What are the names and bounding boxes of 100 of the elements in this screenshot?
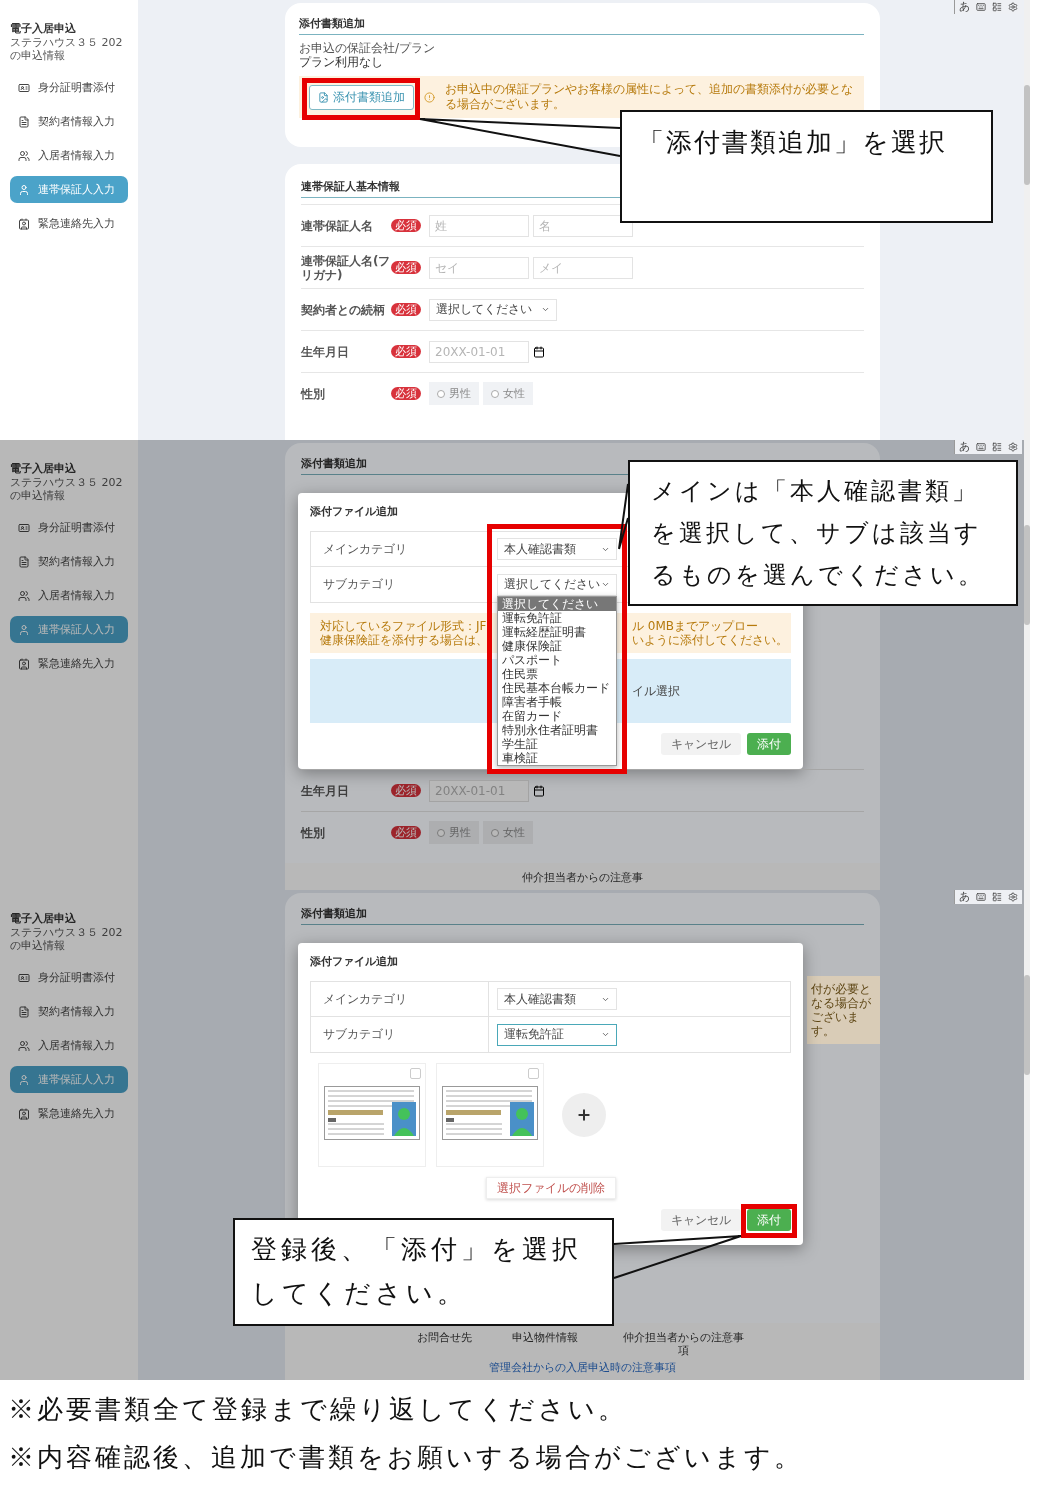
chevron-icon (541, 305, 550, 314)
sidebar-item[interactable]: 身分証明書添付 (10, 514, 128, 541)
field-label: サブカテゴリ (311, 1017, 489, 1052)
nav-icon (18, 183, 30, 196)
notice-text: 対応しているファイル形式：JF (320, 619, 488, 633)
sidebar-item[interactable]: 契約者情報入力 (10, 108, 128, 135)
scrollbar-thumb[interactable] (1024, 525, 1030, 625)
file-thumbnail[interactable] (436, 1063, 544, 1167)
dialog-title: 添付ファイル追加 (310, 505, 399, 519)
section-title: 添付書類追加 (299, 17, 864, 35)
nav-icon (18, 623, 30, 636)
notice-text: ル 0MBまでアップロー (632, 619, 760, 633)
file-thumbnail[interactable] (318, 1063, 426, 1167)
keyboard-icon[interactable] (976, 2, 986, 12)
calendar-icon[interactable] (533, 345, 545, 358)
select-field[interactable]: 本人確認書類 (497, 988, 617, 1010)
delete-files-button[interactable]: 選択ファイルの削除 (485, 1177, 616, 1199)
plus-icon (576, 1107, 592, 1123)
sidebar-item[interactable]: 身分証明書添付 (10, 74, 128, 101)
field-label: 連帯保証人名 (301, 218, 374, 233)
field-label: メインカテゴリ (311, 532, 489, 566)
scrollbar-thumb[interactable] (1024, 975, 1030, 1075)
sidebar-item[interactable]: 入居者情報入力 (10, 582, 128, 609)
dropdown-option[interactable]: 選択してください (498, 596, 616, 611)
required-badge: 必須 (391, 303, 421, 316)
sidebar-item[interactable]: 緊急連絡先入力 (10, 1100, 128, 1127)
nav-icon (18, 657, 30, 670)
text-input[interactable]: メイ (533, 256, 633, 279)
nav-icon (18, 971, 30, 984)
nav-icon (18, 81, 30, 94)
note-text: ※必要書類全て登録まで繰り返してください。 (8, 1394, 628, 1426)
calendar-icon[interactable] (533, 784, 545, 797)
sidebar-item[interactable]: 入居者情報入力 (10, 142, 128, 169)
notice-text: いように添付してください。 (632, 633, 788, 647)
input-mode-label[interactable]: あ (959, 1, 970, 13)
notice-text: 付が必要となる場合がございます。 (807, 976, 880, 1044)
footer-tab[interactable]: 仲介担当者からの注意事 (522, 871, 643, 884)
required-badge: 必須 (391, 219, 421, 232)
checkbox[interactable] (410, 1068, 421, 1079)
cancel-button[interactable]: キャンセル (661, 733, 741, 755)
callout: 「添付書類追加」を選択 (620, 110, 993, 223)
settings-icon[interactable] (1008, 892, 1018, 902)
select-field[interactable]: 選択してください (429, 298, 557, 321)
sidebar-item[interactable]: 入居者情報入力 (10, 1032, 128, 1059)
checkbox[interactable] (528, 1068, 539, 1079)
footer-tab[interactable]: 仲介担当者からの注意事項 (618, 1331, 748, 1357)
select-field[interactable]: 選択してください (497, 573, 617, 596)
keyboard-icon[interactable] (976, 892, 986, 902)
add-file-button[interactable] (562, 1093, 606, 1137)
text-input[interactable]: セイ (429, 256, 529, 279)
notice-text: お申込中の保証プランやお客様の属性によって、追加の書類添付が必要となる場合がございます。 (445, 82, 854, 112)
nav-icon (18, 1073, 30, 1086)
nav-icon (18, 115, 30, 128)
field-label: サブカテゴリ (311, 567, 489, 602)
nav-icon (18, 217, 30, 230)
scrollbar-thumb[interactable] (1024, 85, 1030, 185)
text-input[interactable]: 姓 (429, 214, 529, 237)
sidebar-item[interactable]: 緊急連絡先入力 (10, 650, 128, 677)
chevron-icon (601, 580, 610, 589)
note-text: ※内容確認後、追加で書類をお願いする場合がございます。 (8, 1442, 804, 1474)
required-badge: 必須 (391, 387, 421, 400)
settings-icon[interactable] (1008, 2, 1018, 12)
nav-icon (18, 149, 30, 162)
input-mode-label[interactable]: あ (959, 441, 970, 453)
nav-icon (18, 589, 30, 602)
required-badge: 必須 (391, 261, 421, 274)
footer-tab[interactable]: お問合せ先 (417, 1331, 472, 1344)
application-subtitle: ステラハウス３５ 202の申込情報 (10, 476, 124, 502)
callout: 登録後、「添付」を選択してください。 (233, 1218, 614, 1326)
app-title: 電子入居申込 (10, 462, 77, 476)
field-label: メインカテゴリ (311, 982, 489, 1016)
sidebar-item[interactable]: 契約者情報入力 (10, 548, 128, 575)
app-title: 電子入居申込 (10, 22, 77, 36)
settings-icon[interactable] (1008, 442, 1018, 452)
plan-label: お申込の保証会社/プラン (299, 41, 437, 55)
field-label: 性別 (301, 386, 326, 401)
add-documents-button[interactable]: 添付書類追加 (309, 84, 414, 110)
field-label: 生年月日 (301, 783, 350, 798)
text-input[interactable]: 名 (533, 214, 633, 237)
date-input[interactable]: 20XX-01-01 (429, 340, 529, 363)
footer-tab[interactable]: 申込物件情報 (512, 1331, 578, 1344)
cancel-button[interactable]: キャンセル (661, 1209, 741, 1231)
field-label: 生年月日 (301, 344, 350, 359)
sidebar-item[interactable]: 緊急連絡先入力 (10, 210, 128, 237)
notice-text: 健康保険証を添付する場合は、 (320, 633, 489, 647)
footer-link[interactable]: 管理会社からの入居申込時の注意事項 (489, 1361, 676, 1374)
nav-icon (18, 1005, 30, 1018)
keyboard-icon[interactable] (976, 442, 986, 452)
field-label: 連帯保証人名(フリガナ) (301, 253, 391, 282)
input-mode-label[interactable]: あ (959, 891, 970, 903)
section-title: 添付書類追加 (301, 907, 864, 925)
select-field[interactable]: 運転免許証 (497, 1023, 617, 1046)
sidebar-item[interactable]: 契約者情報入力 (10, 998, 128, 1025)
field-label: 性別 (301, 825, 326, 840)
highlight-frame (741, 1204, 797, 1238)
sidebar-item[interactable]: 身分証明書添付 (10, 964, 128, 991)
select-field[interactable]: 本人確認書類 (497, 538, 617, 560)
application-subtitle: ステラハウス３５ 202の申込情報 (10, 36, 124, 62)
dialog-title: 添付ファイル追加 (310, 955, 399, 969)
application-subtitle: ステラハウス３５ 202の申込情報 (10, 926, 124, 952)
